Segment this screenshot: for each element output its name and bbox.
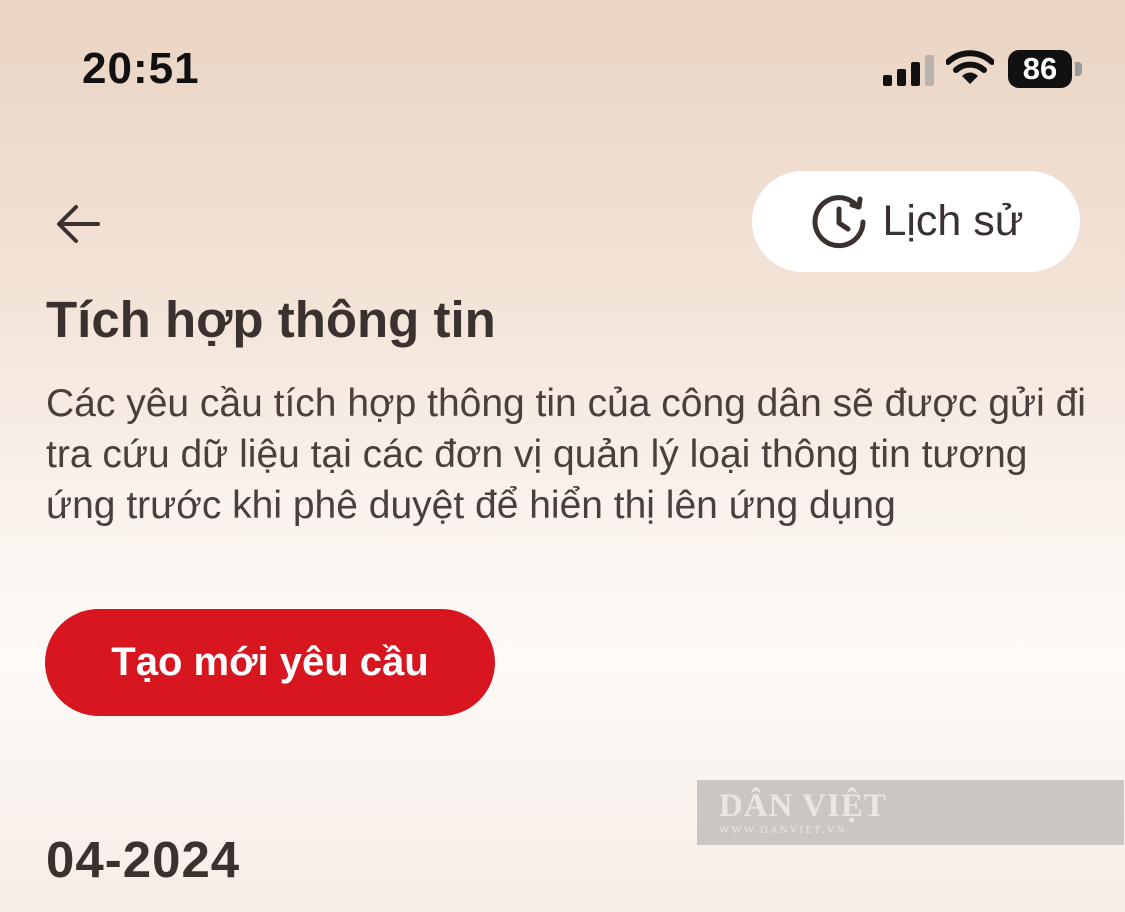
page-title: Tích hợp thông tin — [46, 291, 496, 348]
battery-icon: 86 — [1008, 50, 1084, 88]
clock-history-icon — [812, 194, 866, 248]
page-description: Các yêu cầu tích hợp thông tin của công … — [46, 382, 1086, 527]
battery-level: 86 — [1008, 50, 1072, 88]
arrow-left-icon — [57, 205, 100, 243]
back-button[interactable] — [50, 196, 106, 252]
history-button[interactable]: Lịch sử — [752, 171, 1080, 272]
watermark-url: WWW.DANVIET.VN — [719, 824, 847, 836]
month-heading: 04-2024 — [46, 831, 241, 888]
watermark-brand: DÂN VIỆT — [719, 788, 887, 824]
wifi-icon — [946, 50, 994, 84]
status-bar: 20:51 86 — [0, 0, 1125, 140]
create-request-button[interactable]: Tạo mới yêu cầu — [45, 609, 495, 716]
history-label: Lịch sử — [882, 197, 1024, 245]
status-time: 20:51 — [82, 44, 200, 93]
watermark-logo: DÂN VIỆT WWW.DANVIET.VN — [697, 780, 1124, 845]
signal-icon — [883, 52, 935, 86]
